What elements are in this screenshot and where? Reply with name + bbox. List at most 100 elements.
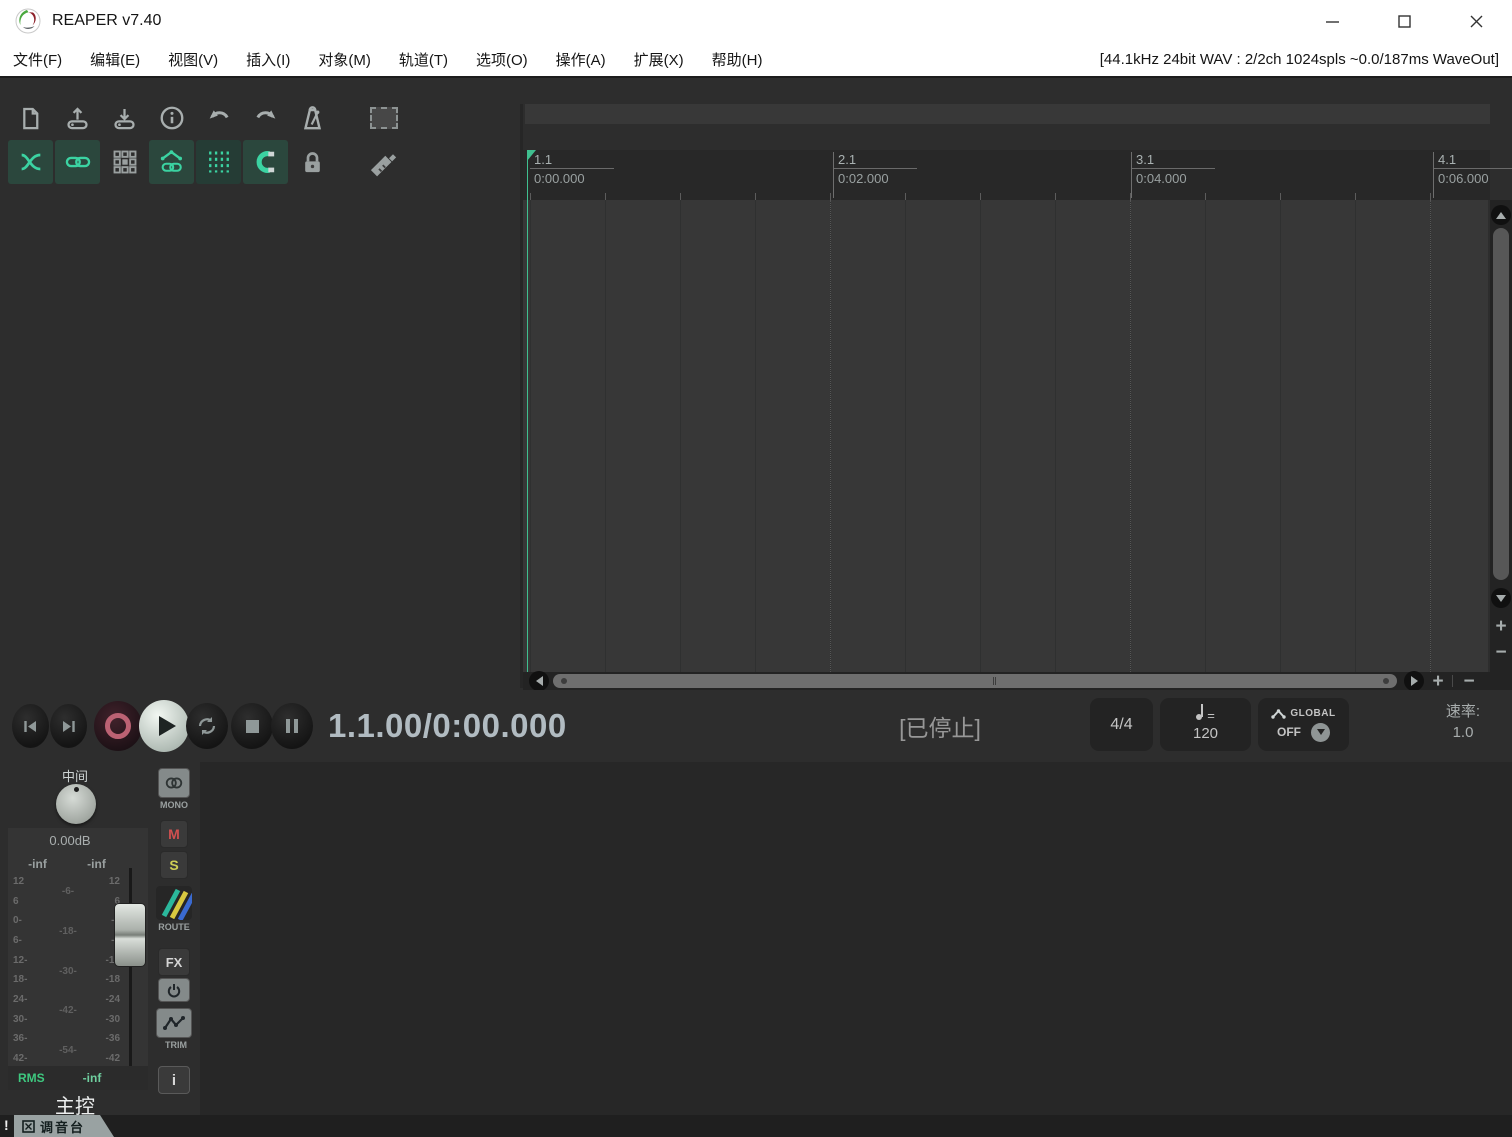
divider (1452, 675, 1453, 687)
repeat-button[interactable] (186, 703, 228, 749)
small-items-toggle[interactable] (102, 140, 147, 184)
vertical-scrollbar[interactable]: + − (1490, 200, 1512, 672)
mute-button[interactable]: M (160, 820, 188, 848)
global-label: GLOBAL (1290, 708, 1335, 719)
fx-button[interactable]: FX (158, 948, 190, 976)
menu-item[interactable]: 对象(M) (318, 49, 371, 70)
lock-icon (299, 149, 326, 176)
tempo-box[interactable]: = 120 (1160, 698, 1251, 751)
loop-icon (196, 715, 218, 737)
menu-extensions[interactable]: 扩展(X) (634, 49, 684, 70)
vertical-zoom-in-button[interactable]: + (1490, 614, 1512, 638)
close-box-icon[interactable] (22, 1120, 35, 1133)
master-meter-panel[interactable]: 0.00dB -inf -inf 126 0-6- 12-18- 24-30- … (8, 828, 148, 1090)
horizontal-scrollbar[interactable]: + − (523, 672, 1512, 690)
menu-options[interactable]: 选项(O) (476, 49, 528, 70)
master-channel-strip: 中间 0.00dB -inf -inf 126 0-6- 12-18- 24-3… (0, 762, 200, 1115)
menu-file[interactable]: 文件(F) (13, 49, 62, 70)
envelope-nodes-icon (162, 1014, 186, 1032)
snap-toggle[interactable] (243, 140, 288, 184)
reaper-window: REAPER v7.40 文件(F) 编辑(E) 视图(V) 插入(I) 对象(… (0, 0, 1512, 1137)
mono-button[interactable] (158, 768, 190, 798)
route-button[interactable] (156, 886, 192, 920)
menu-edit[interactable]: 编辑(E) (90, 49, 140, 70)
scroll-down-button[interactable] (1491, 588, 1511, 608)
rate-value: 1.0 (1428, 724, 1498, 741)
trim-button[interactable] (156, 1008, 192, 1038)
global-automation-box[interactable]: GLOBAL OFF (1258, 698, 1349, 751)
go-to-end-button[interactable] (50, 704, 87, 748)
left-arrow-icon (536, 676, 543, 686)
menu-actions[interactable]: 操作(A) (556, 49, 606, 70)
solo-button[interactable]: S (160, 851, 188, 879)
horizontal-zoom-in-button[interactable]: + (1426, 672, 1450, 690)
tempo-value: 120 (1193, 725, 1218, 742)
play-button[interactable] (139, 700, 189, 752)
time-signature-box[interactable]: 4/4 (1090, 698, 1153, 751)
thumb-grip[interactable] (993, 677, 996, 685)
horizontal-zoom-out-button[interactable]: − (1457, 672, 1481, 690)
menu-insert[interactable]: 插入(I) (246, 49, 290, 70)
right-arrow-icon (1411, 676, 1418, 686)
dropdown-button[interactable] (1311, 723, 1330, 742)
chevron-down-icon (1317, 729, 1325, 735)
item-grouping-toggle[interactable] (55, 140, 100, 184)
volume-fader-thumb[interactable] (114, 903, 146, 967)
redo-button[interactable] (243, 96, 288, 140)
transport-position[interactable]: 1.1.00/0:00.000 (328, 690, 567, 762)
go-to-start-button[interactable] (12, 704, 49, 748)
metronome-icon (298, 104, 327, 133)
metronome-button[interactable] (290, 96, 335, 140)
minimize-button[interactable] (1296, 0, 1368, 42)
peak-right-value: -inf (87, 857, 106, 871)
transport-bar: 1.1.00/0:00.000 [已停止] 4/4 = 120 GLOBAL O… (0, 690, 1512, 762)
pause-button[interactable] (271, 703, 313, 749)
envelope-link-toggle[interactable] (149, 140, 194, 184)
scroll-up-button[interactable] (1491, 205, 1511, 225)
peak-left-value: -inf (28, 857, 47, 871)
menu-view[interactable]: 视图(V) (168, 49, 218, 70)
global-automation-value: OFF (1277, 725, 1301, 739)
close-button[interactable] (1440, 0, 1512, 42)
plus-icon: + (1432, 672, 1443, 691)
open-project-button[interactable] (55, 96, 100, 140)
stop-button[interactable] (231, 703, 273, 749)
reaper-logo-icon (14, 7, 42, 35)
menu-help[interactable]: 帮助(H) (712, 49, 763, 70)
pan-knob[interactable] (56, 784, 96, 824)
undo-button[interactable] (196, 96, 241, 140)
menu-track[interactable]: 轨道(T) (399, 49, 448, 70)
fx-label: FX (166, 955, 183, 970)
project-settings-button[interactable] (149, 96, 194, 140)
record-button[interactable] (94, 701, 142, 751)
marker-time: 0:04.000 (1132, 169, 1215, 186)
magnet-icon (252, 148, 280, 176)
scroll-left-button[interactable] (529, 671, 549, 691)
vertical-zoom-out-button[interactable]: − (1490, 642, 1512, 662)
scroll-right-button[interactable] (1404, 671, 1424, 691)
time-signature-value: 4/4 (1110, 716, 1132, 734)
edit-behavior-button[interactable] (361, 140, 406, 184)
lock-toggle[interactable] (290, 140, 335, 184)
horizontal-scroll-thumb[interactable] (553, 674, 1397, 688)
fx-bypass-button[interactable] (158, 978, 190, 1002)
mixer-dock-tab[interactable]: 调音台 (14, 1115, 114, 1137)
marquee-select-button[interactable] (361, 96, 406, 140)
auto-crossfade-toggle[interactable] (8, 140, 53, 184)
thumb-dot (561, 678, 567, 684)
grid-lines-toggle[interactable] (196, 140, 241, 184)
title-bar: REAPER v7.40 (0, 0, 1512, 42)
vertical-scroll-thumb[interactable] (1493, 228, 1509, 580)
up-arrow-icon (1496, 212, 1506, 219)
volume-fader-track[interactable] (129, 868, 132, 1076)
timeline-ruler[interactable]: 1.1 0:00.000 2.1 0:02.000 3.1 0:04.000 4… (523, 150, 1490, 200)
maximize-button[interactable] (1368, 0, 1440, 42)
go-to-start-icon (23, 720, 38, 733)
save-project-button[interactable] (102, 96, 147, 140)
rms-label: RMS (18, 1071, 45, 1085)
playstate-label: [已停止] (855, 690, 1025, 762)
arrange-view[interactable] (523, 200, 1488, 672)
track-info-button[interactable]: i (158, 1066, 190, 1094)
ruler-marker: 1.1 0:00.000 (530, 152, 614, 186)
new-project-button[interactable] (8, 96, 53, 140)
